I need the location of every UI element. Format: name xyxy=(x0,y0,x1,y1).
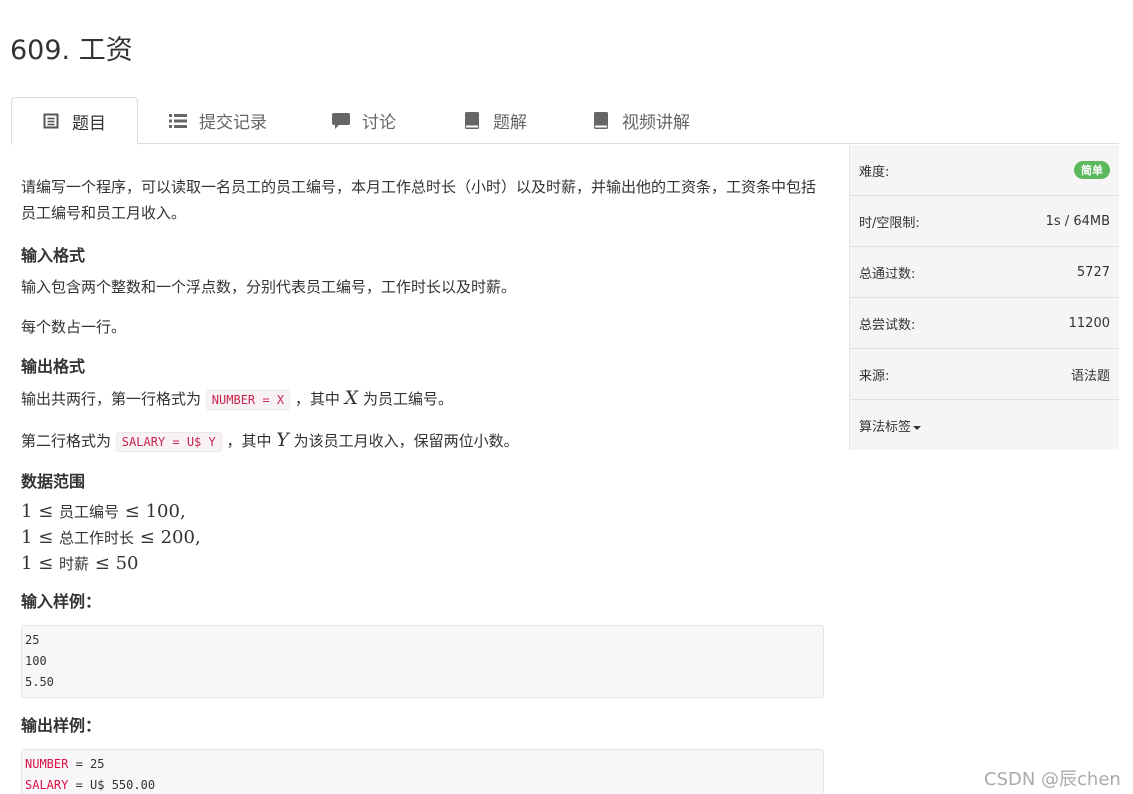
range-line: 1 ≤ 员工编号 ≤ 100, xyxy=(21,499,824,525)
math-text: 时薪 xyxy=(59,555,90,573)
attempts-row: 总尝试数: 11200 xyxy=(850,298,1119,349)
code-keyword: NUMBER xyxy=(25,757,69,771)
code-text: = 25 xyxy=(68,757,105,771)
tab-solutions[interactable]: 题解 xyxy=(463,97,527,144)
math: 1 xyxy=(21,553,33,574)
math-variable: X xyxy=(344,387,359,409)
code-line: NUMBER = 25 xyxy=(25,754,820,775)
passed-label: 总通过数: xyxy=(859,266,916,282)
code-line: 100 xyxy=(25,654,47,668)
file-text-icon xyxy=(42,112,60,130)
sample-input-block[interactable]: 25 100 5.50 xyxy=(21,625,824,698)
input-format-text-2: 每个数占一行。 xyxy=(21,318,127,336)
list-icon xyxy=(169,112,187,130)
code-line: 5.50 xyxy=(25,675,54,689)
math: 1 xyxy=(21,501,33,522)
problem-description: 请编写一个程序，可以读取一名员工的员工编号，本月工作总时长（小时）以及时薪，并输… xyxy=(21,178,817,222)
attempts-label: 总尝试数: xyxy=(859,317,916,333)
comment-icon xyxy=(332,112,350,130)
page-title: 609. 工资 xyxy=(10,35,133,66)
range-line: 1 ≤ 时薪 ≤ 50 xyxy=(21,551,824,577)
output-format-heading: 输出格式 xyxy=(21,357,86,376)
tags-label: 算法标签 xyxy=(859,420,912,435)
source-label: 来源: xyxy=(859,368,890,384)
math: ≤ xyxy=(124,501,140,522)
tab-submissions[interactable]: 提交记录 xyxy=(169,97,267,144)
limit-value: 1s / 64MB xyxy=(1045,213,1110,229)
math: ≤ xyxy=(94,553,110,574)
math: ≤ xyxy=(38,501,54,522)
tab-label: 题解 xyxy=(493,113,527,133)
tags-row: 算法标签 xyxy=(850,400,1119,451)
text: ，其中 xyxy=(226,432,272,450)
math: 200 xyxy=(160,527,195,548)
tab-label: 讨论 xyxy=(362,113,396,133)
sample-output-block[interactable]: NUMBER = 25 SALARY = U$ 550.00 xyxy=(21,749,824,794)
math: ≤ xyxy=(139,527,155,548)
sample-output-heading: 输出样例： xyxy=(21,716,102,735)
math: ≤ xyxy=(38,553,54,574)
difficulty-label: 难度: xyxy=(859,164,890,180)
problem-content: 请编写一个程序，可以读取一名员工的员工编号，本月工作总时长（小时）以及时薪，并输… xyxy=(21,174,824,794)
math: , xyxy=(194,527,201,548)
input-format-heading: 输入格式 xyxy=(21,246,86,265)
text: 为该员工月收入，保留两位小数。 xyxy=(293,432,519,450)
tab-label: 题目 xyxy=(72,113,106,134)
math-text: 员工编号 xyxy=(59,503,120,521)
output-format-line-1: 输出共两行，第一行格式为 NUMBER = X ，其中 X 为员工编号。 xyxy=(21,385,824,413)
passed-row: 总通过数: 5727 xyxy=(850,247,1119,298)
math: , xyxy=(179,501,186,522)
code-text: = U$ 550.00 xyxy=(68,778,156,792)
passed-value: 5727 xyxy=(1076,264,1110,280)
data-range-list: 1 ≤ 员工编号 ≤ 100, 1 ≤ 总工作时长 ≤ 200, 1 ≤ 时薪 … xyxy=(21,499,824,577)
watermark: CSDN @辰chen xyxy=(984,769,1121,790)
difficulty-badge: 简单 xyxy=(1074,161,1110,179)
input-format-text: 输入包含两个整数和一个浮点数，分别代表员工编号，工作时长以及时薪。 xyxy=(21,278,517,296)
data-range-heading: 数据范围 xyxy=(21,472,86,491)
sample-input-heading: 输入样例： xyxy=(21,592,102,611)
inline-code: SALARY = U$ Y xyxy=(115,432,222,452)
text: 为员工编号。 xyxy=(362,390,453,408)
text: ，其中 xyxy=(294,390,340,408)
math: ≤ xyxy=(38,527,54,548)
tab-video[interactable]: 视频讲解 xyxy=(592,97,690,144)
code-line: 25 xyxy=(25,633,40,647)
caret-down-icon xyxy=(913,425,922,430)
code-line: SALARY = U$ 550.00 xyxy=(25,775,820,794)
difficulty-row: 难度: 简单 xyxy=(850,145,1119,196)
text: 输出共两行，第一行格式为 xyxy=(21,390,202,408)
source-value[interactable]: 语法题 xyxy=(1071,365,1110,384)
algorithm-tags-dropdown[interactable]: 算法标签 xyxy=(859,416,922,435)
math: 1 xyxy=(21,527,33,548)
text: 第二行格式为 xyxy=(21,432,112,450)
output-format-line-2: 第二行格式为 SALARY = U$ Y ，其中 Y 为该员工月收入，保留两位小… xyxy=(21,427,824,455)
tab-label: 提交记录 xyxy=(199,113,267,133)
code-keyword: SALARY xyxy=(25,778,69,792)
math-variable: Y xyxy=(276,429,289,451)
math: 50 xyxy=(115,553,139,574)
tab-discussion[interactable]: 讨论 xyxy=(332,97,396,144)
limit-label: 时/空限制: xyxy=(859,215,920,231)
tab-problem[interactable]: 题目 xyxy=(11,97,138,145)
tab-label: 视频讲解 xyxy=(622,113,690,133)
problem-info-panel: 难度: 简单 时/空限制: 1s / 64MB 总通过数: 5727 总尝试数:… xyxy=(849,145,1119,450)
source-row: 来源: 语法题 xyxy=(850,349,1119,400)
math: 100 xyxy=(145,501,180,522)
book-icon xyxy=(463,112,481,130)
inline-code: NUMBER = X xyxy=(205,390,291,410)
tab-bar: 题目 提交记录 讨论 题解 视频讲解 xyxy=(11,97,1119,145)
limit-row: 时/空限制: 1s / 64MB xyxy=(850,196,1119,247)
attempts-value: 11200 xyxy=(1068,315,1110,331)
book-icon xyxy=(592,112,610,130)
range-line: 1 ≤ 总工作时长 ≤ 200, xyxy=(21,525,824,551)
math-text: 总工作时长 xyxy=(59,529,135,547)
